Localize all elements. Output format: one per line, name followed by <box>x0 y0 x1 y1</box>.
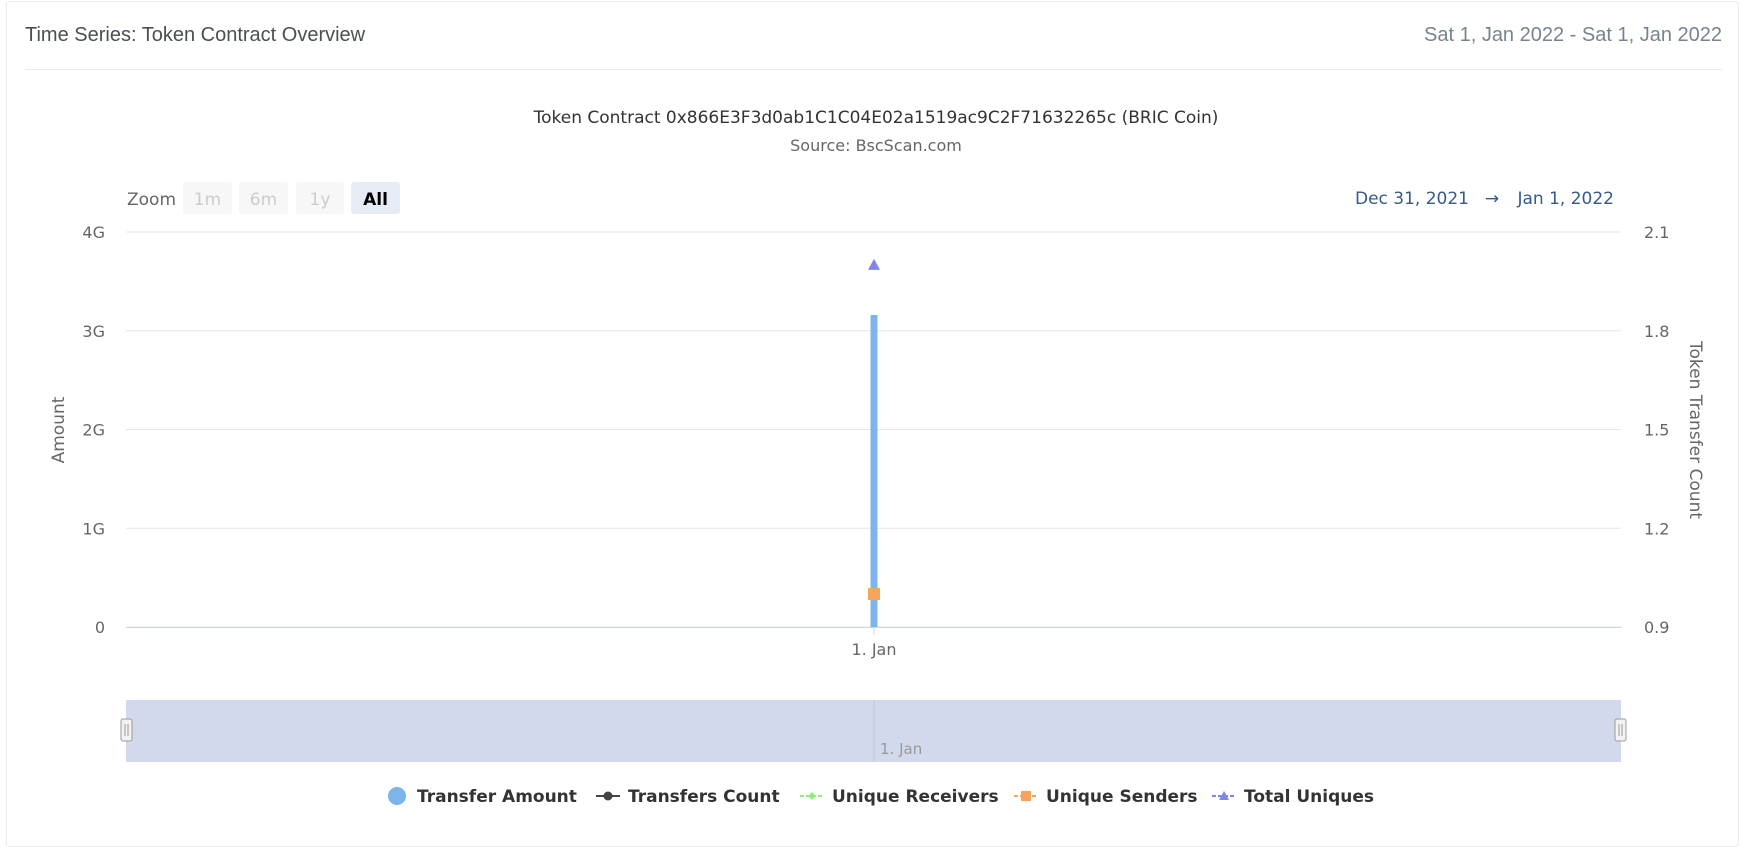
y-left-tick-label: 3G <box>82 322 105 341</box>
navigator-handle-right-body <box>1614 718 1627 742</box>
zoom-button-6m[interactable]: 6m <box>239 182 288 214</box>
bar-transfer-amount[interactable] <box>870 314 878 627</box>
zoom-button-6m-label: 6m <box>250 190 277 210</box>
legend-label: Unique Senders <box>1046 787 1198 807</box>
navigator-handle-left[interactable] <box>120 718 133 742</box>
y-axis-right-title: Token Transfer Count <box>1685 340 1705 519</box>
legend-label: Transfer Amount <box>417 787 577 807</box>
y-right-tick-label: 1.2 <box>1644 519 1669 538</box>
range-input-from[interactable]: Dec 31, 2021 <box>1355 189 1469 209</box>
series-layer <box>868 258 880 627</box>
zoom-button-1m[interactable]: 1m <box>183 182 232 214</box>
zoom-button-1y-label: 1y <box>310 190 331 210</box>
navigator-handle-right[interactable] <box>1614 718 1627 742</box>
y-right-tick-label: 1.8 <box>1644 322 1669 341</box>
legend-label: Total Uniques <box>1244 787 1374 807</box>
navigator[interactable]: 1. Jan <box>120 700 1627 762</box>
y-left-tick-label: 1G <box>82 519 105 538</box>
legend-item-total-uniques[interactable]: Total Uniques <box>1212 787 1374 807</box>
legend-item-unique-receivers[interactable]: Unique Receivers <box>800 787 999 807</box>
y-axis-left: 0 1G 2G 3G 4G <box>82 223 105 637</box>
zoom-button-1m-label: 1m <box>194 190 221 210</box>
y-axis-right: 0.9 1.2 1.5 1.8 2.1 <box>1644 223 1669 637</box>
legend-item-transfer-amount[interactable]: Transfer Amount <box>388 787 577 807</box>
legend: Transfer Amount Transfers Count Unique Rec… <box>388 787 1374 807</box>
point-unique-senders[interactable] <box>868 588 880 601</box>
range-arrow: → <box>1485 189 1499 209</box>
legend-symbol-dot <box>603 791 613 801</box>
range-selector: Zoom 1m 6m 1y All Jan 1, 2022 → Dec 31, … <box>127 182 1614 214</box>
point-total-uniques[interactable] <box>868 258 880 270</box>
zoom-button-all-label: All <box>363 190 388 210</box>
navigator-handle-left-body <box>120 718 133 742</box>
x-axis: 1. Jan <box>126 627 1621 659</box>
legend-symbol-diamond <box>808 792 816 800</box>
y-right-tick-label: 1.5 <box>1644 421 1669 440</box>
chart-svg: Token Contract 0x866E3F3d0ab1C1C04E02a15… <box>49 108 1705 807</box>
y-left-tick-label: 0 <box>95 618 105 637</box>
y-axis-left-title: Amount <box>49 396 69 463</box>
y-left-tick-label: 2G <box>82 421 105 440</box>
zoom-label: Zoom <box>127 190 176 210</box>
chart-title-group: Token Contract 0x866E3F3d0ab1C1C04E02a15… <box>533 108 1219 155</box>
chart-title: Token Contract 0x866E3F3d0ab1C1C04E02a15… <box>533 108 1219 128</box>
x-tick-label: 1. Jan <box>851 640 896 659</box>
legend-item-unique-senders[interactable]: Unique Senders <box>1014 787 1198 807</box>
y-right-tick-label: 0.9 <box>1644 618 1669 637</box>
navigator-axis-label: 1. Jan <box>880 740 922 758</box>
y-left-tick-label: 4G <box>82 223 105 242</box>
legend-symbol-circle <box>388 787 406 805</box>
legend-label: Unique Receivers <box>832 787 999 807</box>
legend-label: Transfers Count <box>628 787 780 807</box>
chart-subtitle: Source: BscScan.com <box>790 136 962 155</box>
zoom-button-1y[interactable]: 1y <box>296 182 344 214</box>
y-right-tick-label: 2.1 <box>1644 223 1669 242</box>
legend-item-transfers-count[interactable]: Transfers Count <box>596 787 780 807</box>
range-input-to[interactable]: Jan 1, 2022 <box>1517 189 1615 209</box>
zoom-button-all[interactable]: All <box>351 182 400 214</box>
legend-symbol-square <box>1021 791 1031 801</box>
